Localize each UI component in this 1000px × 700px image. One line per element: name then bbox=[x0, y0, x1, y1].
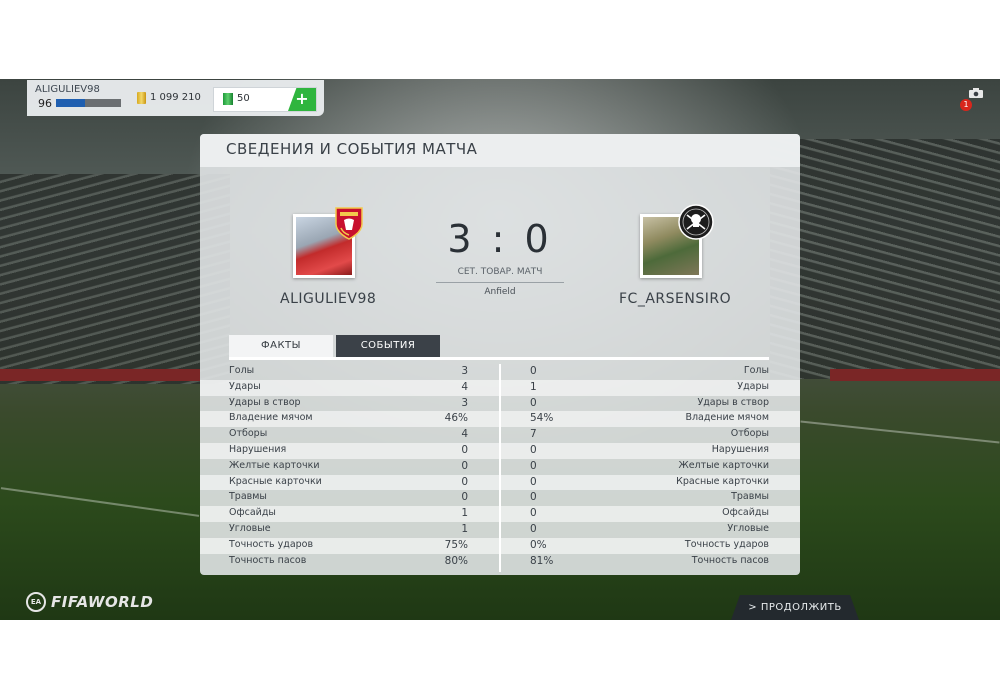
stat-value-home: 0 bbox=[461, 491, 468, 504]
stats-column-divider bbox=[499, 364, 501, 572]
match-type: СЕТ. ТОВАР. МАТЧ bbox=[457, 267, 543, 277]
stat-value-away: 0 bbox=[530, 459, 537, 472]
orlando-pirates-crest-icon bbox=[678, 204, 714, 240]
match-screen: ALIGULIEV98 96 1 099 210 50 + 1 СВЕДЕНИЯ… bbox=[0, 79, 1000, 620]
stat-label-away: Красные карточки bbox=[676, 475, 769, 487]
stat-label-away: Желтые карточки bbox=[678, 459, 769, 471]
stat-label-home: Офсайды bbox=[229, 507, 276, 519]
fifaworld-logo-text: FIFAWORLD bbox=[51, 593, 154, 611]
stat-label-home: Нарушения bbox=[229, 443, 287, 455]
stat-value-home: 3 bbox=[461, 396, 468, 409]
stat-label-home: Владение мячом bbox=[229, 412, 313, 424]
stat-value-home: 46% bbox=[444, 412, 468, 425]
stat-value-home: 4 bbox=[461, 380, 468, 393]
stat-label-away: Отборы bbox=[730, 428, 769, 440]
fifa-points-icon bbox=[223, 93, 233, 105]
stat-label-away: Удары bbox=[737, 380, 769, 392]
stat-value-away: 0 bbox=[530, 491, 537, 504]
ea-logo-icon: EA bbox=[26, 592, 46, 612]
stat-value-away: 0 bbox=[530, 475, 537, 488]
stat-label-away: Нарушения bbox=[711, 443, 769, 455]
stat-label-home: Угловые bbox=[229, 522, 271, 534]
stat-label-home: Голы bbox=[229, 365, 255, 376]
stat-label-away: Голы bbox=[743, 365, 769, 376]
tabs-underline bbox=[229, 357, 769, 360]
stat-value-home: 75% bbox=[444, 538, 468, 551]
liverpool-crest-icon bbox=[335, 207, 363, 240]
home-team-name: ALIGULIEV98 bbox=[280, 291, 377, 307]
stat-label-home: Удары в створ bbox=[229, 396, 301, 408]
player-status-bar: ALIGULIEV98 96 1 099 210 50 + bbox=[27, 80, 324, 116]
stat-label-away: Владение мячом bbox=[685, 412, 769, 424]
stat-label-away: Травмы bbox=[731, 491, 769, 503]
stat-label-away: Угловые bbox=[727, 522, 769, 534]
stat-value-away: 1 bbox=[530, 380, 537, 393]
stat-value-away: 0 bbox=[530, 507, 537, 520]
camera-icon[interactable] bbox=[969, 88, 983, 98]
match-type-divider bbox=[436, 282, 564, 283]
stat-label-away: Точность пасов bbox=[691, 554, 769, 566]
fifaworld-logo: EA FIFAWORLD bbox=[26, 591, 153, 613]
stat-value-away: 81% bbox=[530, 554, 554, 567]
stat-value-home: 4 bbox=[461, 428, 468, 441]
stadium-stand-left bbox=[0, 174, 230, 384]
continue-button[interactable]: > ПРОДОЛЖИТЬ bbox=[731, 595, 859, 620]
stat-value-away: 0 bbox=[530, 365, 537, 377]
stat-label-home: Травмы bbox=[229, 491, 267, 503]
stat-value-home: 1 bbox=[461, 507, 468, 520]
stat-label-away: Точность ударов bbox=[684, 538, 769, 550]
stat-value-away: 0 bbox=[530, 396, 537, 409]
match-score: 3 : 0 bbox=[447, 217, 553, 261]
match-venue: Anfield bbox=[484, 287, 516, 297]
advertising-board-left bbox=[0, 369, 200, 381]
stat-value-away: 0% bbox=[530, 538, 547, 551]
match-details-panel: СВЕДЕНИЯ И СОБЫТИЯ МАТЧА ALIGULIEV98 FC_… bbox=[200, 134, 800, 575]
advertising-board-right bbox=[830, 369, 1000, 381]
stat-value-home: 80% bbox=[444, 554, 468, 567]
coins-icon bbox=[137, 92, 146, 104]
player-name: ALIGULIEV98 bbox=[35, 84, 100, 95]
stat-value-home: 1 bbox=[461, 522, 468, 535]
stat-label-home: Точность пасов bbox=[229, 554, 307, 566]
coins-balance: 1 099 210 bbox=[150, 92, 201, 103]
level-progress-fill bbox=[56, 99, 86, 107]
stadium-stand-right bbox=[770, 139, 1000, 379]
stat-label-home: Красные карточки bbox=[229, 475, 322, 487]
stat-value-away: 7 bbox=[530, 428, 537, 441]
stat-label-home: Точность ударов bbox=[229, 538, 314, 550]
stat-label-home: Удары bbox=[229, 380, 261, 392]
level-progress-bar bbox=[56, 99, 121, 107]
pitch-line bbox=[0, 487, 200, 517]
tab-events[interactable]: СОБЫТИЯ bbox=[336, 335, 440, 357]
away-team-name: FC_ARSENSIRO bbox=[619, 291, 732, 307]
stat-value-away: 54% bbox=[530, 412, 554, 425]
stat-value-home: 0 bbox=[461, 459, 468, 472]
add-points-button[interactable]: + bbox=[288, 88, 316, 111]
player-level: 96 bbox=[38, 97, 52, 110]
stat-label-away: Удары в створ bbox=[697, 396, 769, 408]
stat-value-home: 0 bbox=[461, 443, 468, 456]
stat-value-home: 0 bbox=[461, 475, 468, 488]
stat-value-away: 0 bbox=[530, 522, 537, 535]
tab-facts[interactable]: ФАКТЫ bbox=[229, 335, 333, 357]
notification-badge: 1 bbox=[960, 99, 972, 111]
stat-value-away: 0 bbox=[530, 443, 537, 456]
panel-title: СВЕДЕНИЯ И СОБЫТИЯ МАТЧА bbox=[226, 140, 478, 158]
fifa-points-box: 50 + bbox=[213, 87, 317, 112]
stat-label-home: Отборы bbox=[229, 428, 268, 440]
pitch-line bbox=[800, 420, 1000, 444]
stat-value-home: 3 bbox=[461, 365, 468, 377]
panel-header: СВЕДЕНИЯ И СОБЫТИЯ МАТЧА bbox=[200, 134, 800, 167]
stat-label-away: Офсайды bbox=[722, 507, 769, 519]
fifa-points-balance: 50 bbox=[237, 93, 250, 104]
stat-label-home: Желтые карточки bbox=[229, 459, 320, 471]
